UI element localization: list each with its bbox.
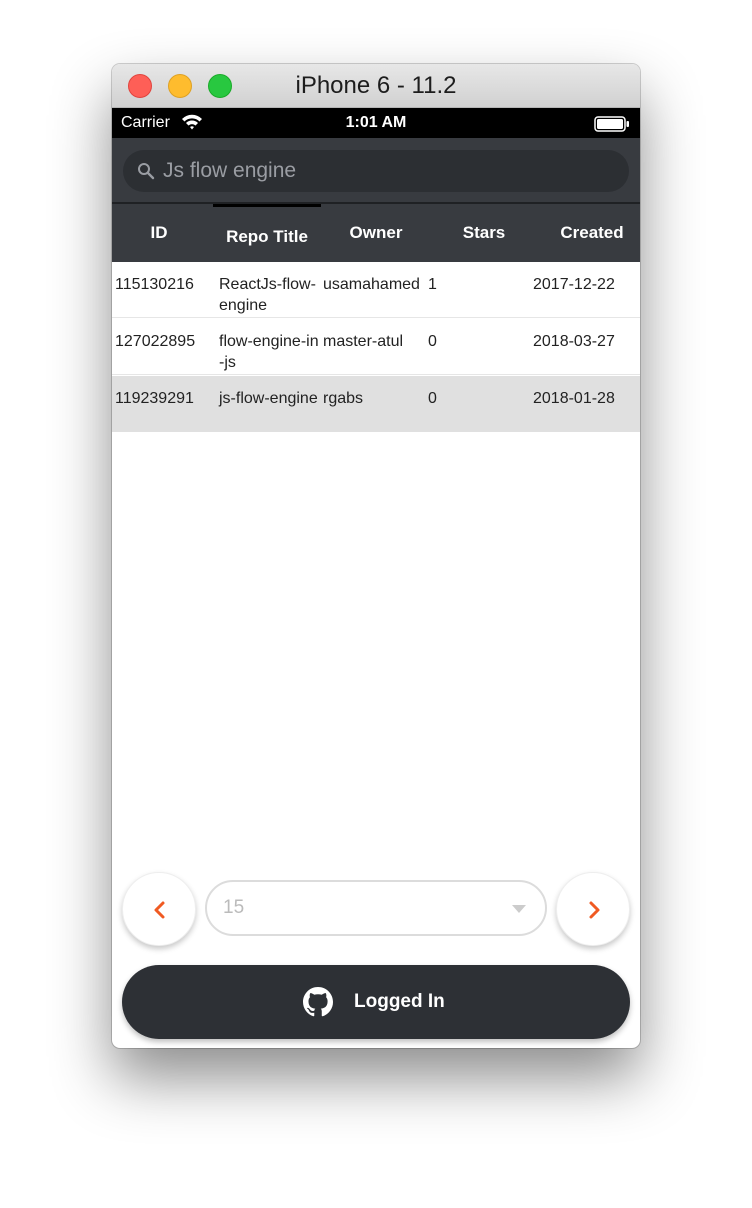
- search-icon: [138, 163, 155, 180]
- column-header-owner[interactable]: Owner: [321, 204, 431, 262]
- window-titlebar: iPhone 6 - 11.2: [112, 64, 640, 108]
- battery-icon: [594, 116, 629, 132]
- cell-id: 127022895: [115, 333, 196, 350]
- logged-in-label: Logged In: [354, 991, 445, 1012]
- cell-id: 119239291: [115, 390, 194, 407]
- github-icon: [303, 987, 333, 1017]
- search-bar: [112, 138, 640, 202]
- cell-repo-title: js-flow-engine: [219, 390, 318, 407]
- cell-id: 115130216: [115, 276, 194, 293]
- simulator-window: iPhone 6 - 11.2 Carrier 1:01 AM ID Repo …: [112, 64, 640, 1048]
- column-header-label: ID: [150, 223, 168, 242]
- status-time: 1:01 AM: [345, 114, 407, 131]
- cell-owner: rgabs: [323, 390, 364, 407]
- cell-stars: 0: [428, 333, 437, 350]
- search-input[interactable]: [159, 150, 619, 192]
- column-header-id[interactable]: ID: [112, 204, 206, 262]
- per-page-value: 15: [223, 897, 245, 918]
- cell-stars: 1: [428, 276, 437, 293]
- ios-status-bar: Carrier 1:01 AM: [112, 108, 640, 138]
- cell-stars: 0: [428, 390, 437, 407]
- chevron-left-icon: [154, 901, 165, 919]
- cell-created: 2017-12-22: [533, 276, 615, 293]
- column-header-label: Stars: [462, 223, 506, 242]
- cell-created: 2018-03-27: [533, 333, 615, 350]
- table-row[interactable]: 127022895 flow-engine-in-js master-atul …: [112, 319, 640, 375]
- cell-owner: master-atul: [323, 333, 404, 350]
- table-row[interactable]: 115130216 ReactJs-flow-engine usamahamed…: [112, 262, 640, 318]
- per-page-select[interactable]: 15: [205, 880, 547, 936]
- logged-in-button[interactable]: Logged In: [122, 965, 630, 1039]
- column-header-label: Created: [560, 223, 624, 242]
- cell-repo-title: flow-engine-in-js: [219, 333, 319, 371]
- cell-repo-title: ReactJs-flow-engine: [219, 276, 316, 314]
- column-header-repo-title[interactable]: Repo Title: [213, 204, 321, 262]
- table-header: ID Repo Title Owner Stars Created: [112, 202, 640, 262]
- window-title: iPhone 6 - 11.2: [295, 72, 457, 99]
- column-header-label: Owner: [349, 223, 403, 242]
- search-field[interactable]: [123, 150, 629, 192]
- pagination-controls: 15: [112, 872, 640, 946]
- next-page-button[interactable]: [556, 872, 630, 946]
- column-header-created[interactable]: Created: [537, 204, 640, 262]
- column-header-stars[interactable]: Stars: [431, 204, 537, 262]
- previous-page-button[interactable]: [122, 872, 196, 946]
- cell-created: 2018-01-28: [533, 390, 615, 407]
- column-header-label: Repo Title: [226, 227, 308, 246]
- table-row-selected[interactable]: 119239291 js-flow-engine rgabs 0 2018-01…: [112, 376, 640, 432]
- cell-owner: usamahamed: [323, 276, 420, 293]
- caret-down-icon: [512, 905, 526, 913]
- chevron-right-icon: [589, 901, 600, 919]
